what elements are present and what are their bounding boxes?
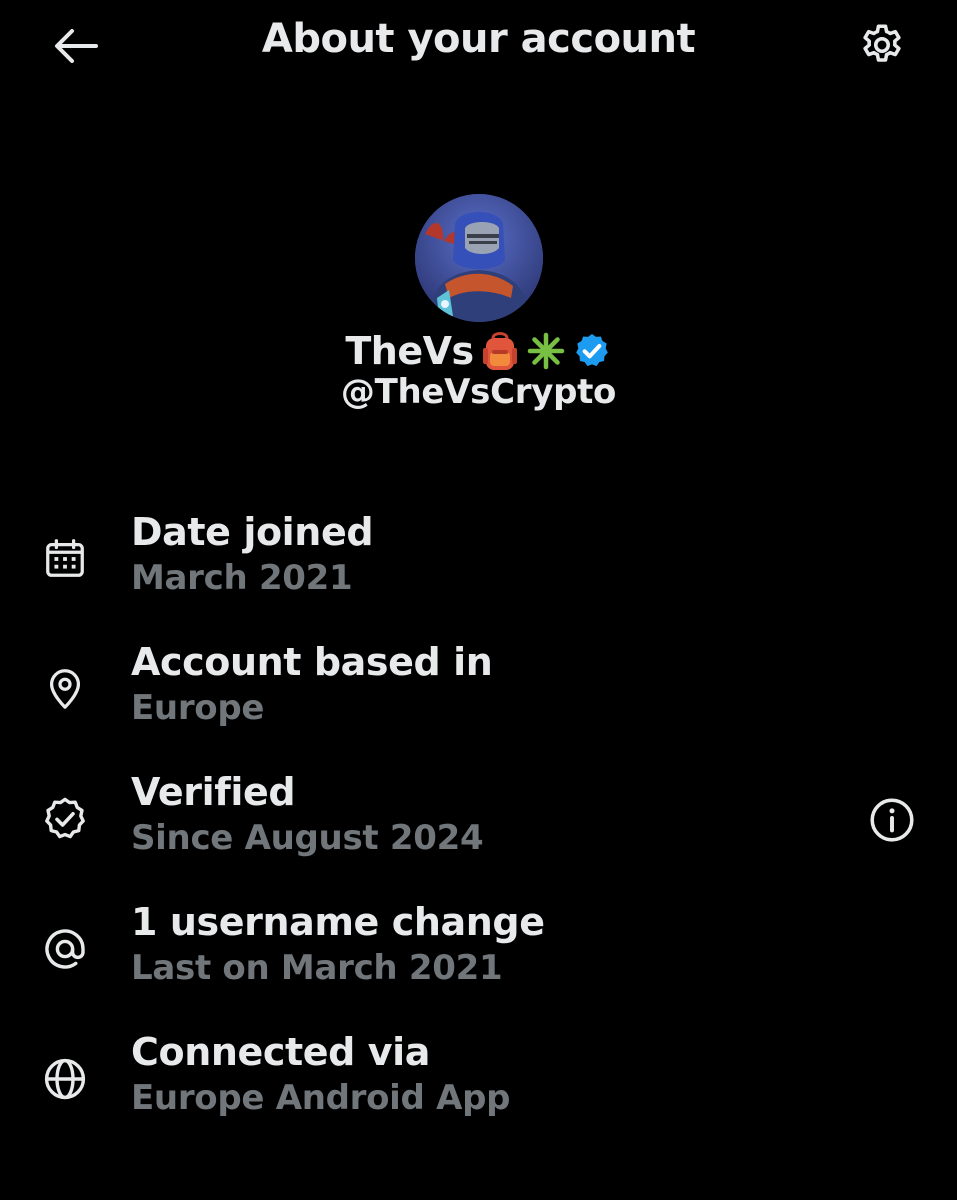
verified-since-value: Since August 2024 (131, 818, 484, 858)
eight-spoked-asterisk-emoji (526, 331, 566, 371)
verified-label: Verified (131, 770, 296, 814)
avatar[interactable] (414, 194, 543, 322)
settings-button[interactable] (850, 18, 914, 74)
backpack-emoji (480, 330, 520, 372)
verified-badge-icon[interactable] (572, 331, 612, 371)
verified-info-button[interactable] (862, 790, 922, 850)
at-sign-icon (38, 922, 92, 976)
profile-summary: TheVs @TheVsCrypto (0, 194, 957, 412)
connected-via-label: Connected via (131, 1030, 431, 1074)
account-based-in-label: Account based in (131, 640, 493, 684)
connected-via-value: Europe Android App (131, 1078, 511, 1118)
display-name: TheVs (345, 329, 474, 373)
username-change-value: Last on March 2021 (131, 948, 503, 988)
verified-badge-outline-icon (38, 792, 92, 846)
username-handle: @TheVsCrypto (340, 372, 617, 412)
account-based-in-value: Europe (131, 688, 265, 728)
info-row-account-location: Account based in Europe (0, 634, 957, 764)
info-row-username-changes: 1 username change Last on March 2021 (0, 894, 957, 1024)
date-joined-value: March 2021 (131, 558, 353, 598)
top-app-bar: About your account (0, 0, 957, 100)
username-change-label: 1 username change (131, 900, 545, 944)
info-row-connected-via: Connected via Europe Android App (0, 1024, 957, 1154)
calendar-icon (38, 532, 92, 586)
info-icon (867, 795, 917, 845)
info-row-verified: Verified Since August 2024 (0, 764, 957, 894)
display-name-row: TheVs (0, 326, 957, 376)
info-row-date-joined: Date joined March 2021 (0, 504, 957, 634)
account-info-list: Date joined March 2021 Account based in … (0, 504, 957, 1154)
globe-icon (38, 1052, 92, 1106)
page-title: About your account (261, 16, 696, 62)
gear-icon (857, 21, 907, 71)
location-pin-icon (38, 662, 92, 716)
date-joined-label: Date joined (131, 510, 374, 554)
